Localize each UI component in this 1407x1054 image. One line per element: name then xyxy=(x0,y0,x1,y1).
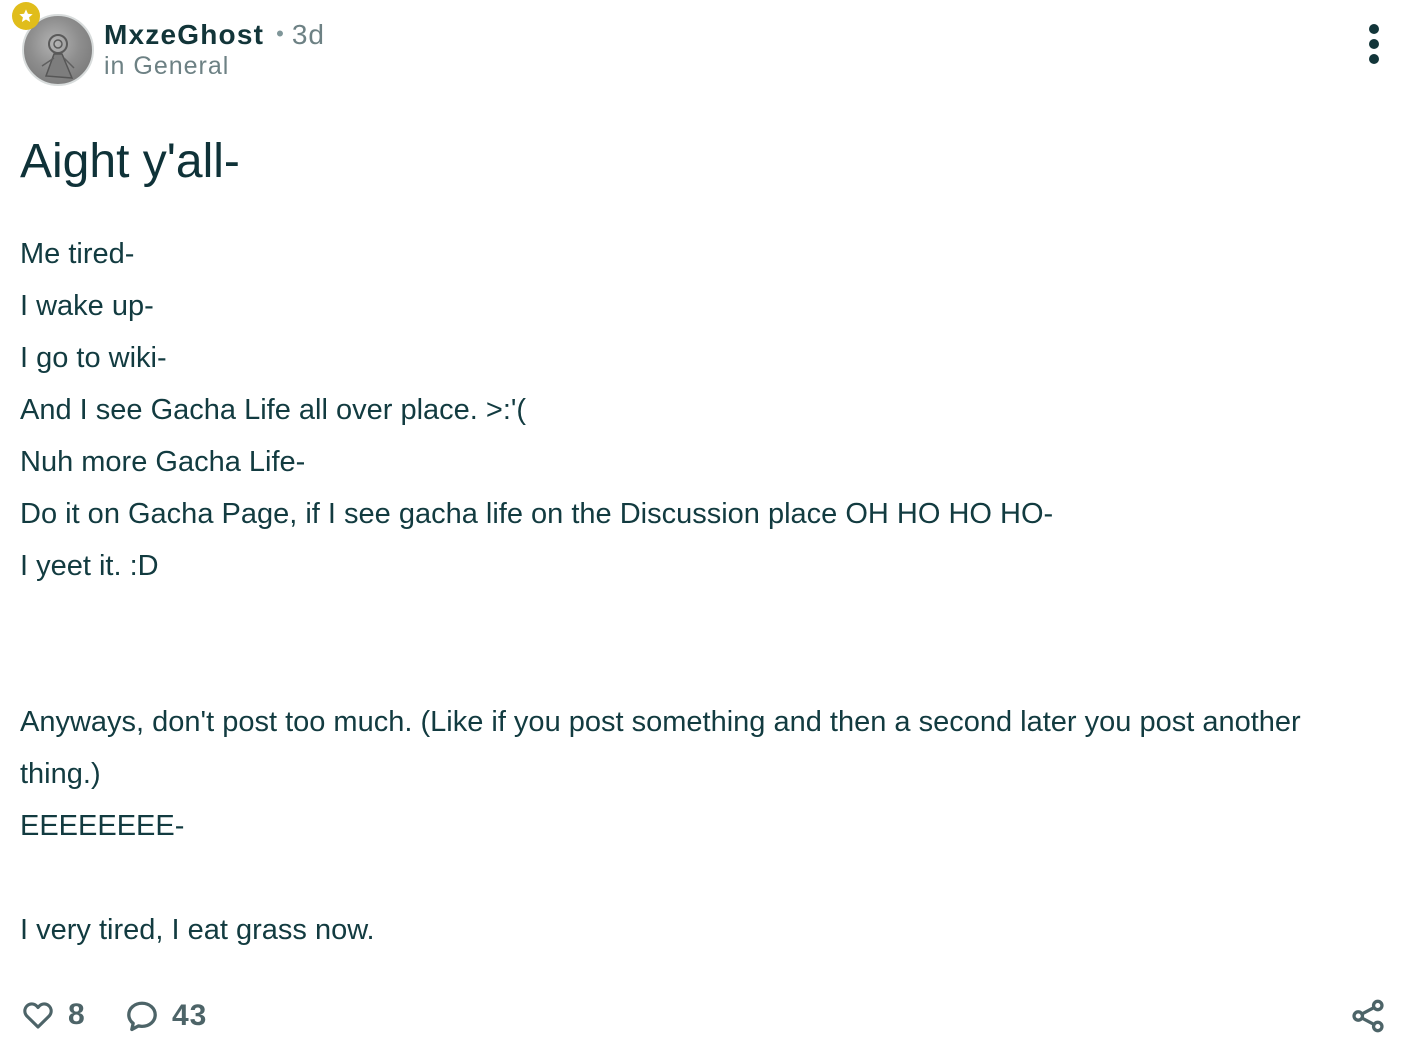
post-time: 3d xyxy=(291,19,326,50)
body-line: I very tired, I eat grass now. xyxy=(20,914,375,946)
heart-icon xyxy=(23,1002,53,1029)
post-footer: 8 43 xyxy=(20,992,1387,1042)
like-count: 8 xyxy=(68,998,86,1031)
body-line: Anyways, don't post too much. (Like if y… xyxy=(20,706,1301,790)
share-icon[interactable] xyxy=(1349,998,1387,1039)
body-line: I wake up- xyxy=(20,290,154,322)
more-vertical-icon[interactable] xyxy=(1361,24,1387,64)
post-body: Me tired- I wake up- I go to wiki- And I… xyxy=(20,228,1380,956)
comment-button[interactable]: 43 xyxy=(124,998,207,1034)
body-blank-line xyxy=(20,592,1380,644)
post-title: Aight y'all- xyxy=(20,135,240,188)
author-line: MxzeGhost • 3d xyxy=(104,18,325,54)
body-line: Nuh more Gacha Life- xyxy=(20,446,306,478)
star-badge-icon xyxy=(12,2,40,30)
comment-count: 43 xyxy=(172,999,208,1032)
body-line: Do it on Gacha Page, if I see gacha life… xyxy=(20,498,1054,530)
body-blank-line xyxy=(20,644,1380,696)
author-name[interactable]: MxzeGhost xyxy=(104,19,264,50)
body-line: And I see Gacha Life all over place. >:'… xyxy=(20,394,527,426)
comment-bubble-icon xyxy=(127,1001,157,1032)
body-line: I yeet it. :D xyxy=(20,550,159,582)
like-button[interactable]: 8 xyxy=(20,998,86,1032)
post-category[interactable]: in General xyxy=(104,52,229,81)
body-line: EEEEEEEE- xyxy=(20,810,185,842)
avatar-container[interactable] xyxy=(12,2,96,86)
body-blank-line xyxy=(20,852,1380,904)
separator-dot: • xyxy=(276,21,284,46)
body-line: Me tired- xyxy=(20,238,135,270)
body-line: I go to wiki- xyxy=(20,342,167,374)
post-header: MxzeGhost • 3d in General xyxy=(12,2,1387,86)
